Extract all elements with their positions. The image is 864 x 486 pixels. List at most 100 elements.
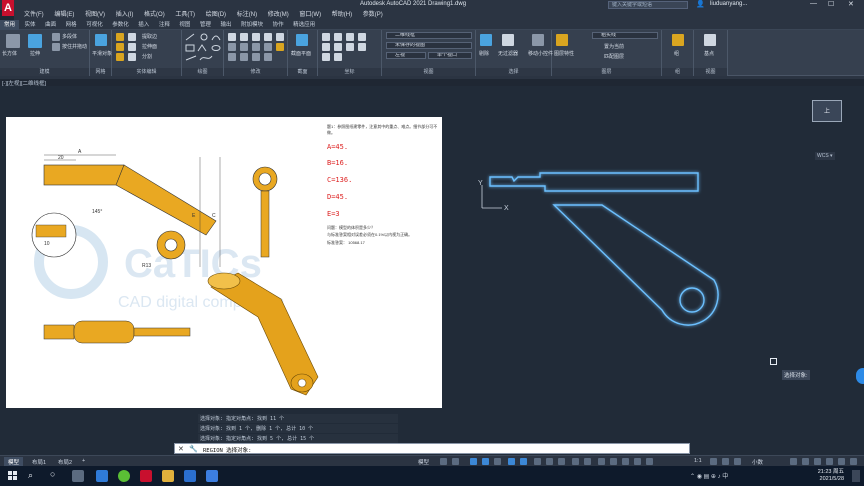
rotate-icon[interactable] xyxy=(240,33,248,41)
close-button[interactable]: ✕ xyxy=(848,0,854,8)
separate-button[interactable]: 分割 xyxy=(142,53,152,60)
ucs-face-icon[interactable] xyxy=(322,53,330,61)
dynamic-ucs-icon[interactable] xyxy=(584,458,591,465)
no-filter-button[interactable]: 无过滤器 xyxy=(498,50,518,57)
union-icon[interactable] xyxy=(116,33,124,41)
intersect-icon[interactable] xyxy=(116,53,124,61)
app-icon[interactable] xyxy=(206,470,218,482)
3d-osnap-icon[interactable] xyxy=(572,458,579,465)
explode-icon[interactable] xyxy=(240,53,248,61)
customization-icon[interactable] xyxy=(850,458,857,465)
ucs-world-icon[interactable] xyxy=(334,33,342,41)
trim-icon[interactable] xyxy=(252,33,260,41)
tab-collaborate[interactable]: 协作 xyxy=(269,20,288,30)
layer-dropdown[interactable]: 粗实线 xyxy=(592,32,658,39)
draw-tools-icon[interactable] xyxy=(184,32,222,64)
transparency-icon[interactable] xyxy=(546,458,553,465)
copy-icon[interactable] xyxy=(264,33,272,41)
maximize-button[interactable]: ☐ xyxy=(828,0,834,8)
lineweight-icon[interactable] xyxy=(534,458,541,465)
culling-button[interactable]: 剔除 xyxy=(479,50,489,57)
subtract-icon[interactable] xyxy=(116,43,124,51)
view-direction-dropdown[interactable]: 左视 xyxy=(386,52,426,59)
task-view-icon[interactable] xyxy=(72,470,84,482)
saved-view-dropdown[interactable]: 未保存的视图 xyxy=(386,42,472,49)
fillet-icon[interactable] xyxy=(228,43,236,51)
search-input[interactable]: 键入关键字或短语 xyxy=(608,1,688,9)
edge-icon[interactable] xyxy=(96,470,108,482)
ucs-object-icon[interactable] xyxy=(358,43,366,51)
move-gizmo-button[interactable]: 移动小控件 xyxy=(528,50,553,57)
tab-home[interactable]: 常用 xyxy=(0,20,20,30)
move-icon[interactable] xyxy=(228,33,236,41)
box-button[interactable]: 长方体 xyxy=(2,50,17,57)
annotation-visibility-icon[interactable] xyxy=(622,458,629,465)
ucs-z-icon[interactable] xyxy=(322,43,330,51)
polysolid-button[interactable]: 多段体 xyxy=(62,33,77,40)
erase-icon[interactable] xyxy=(276,43,284,51)
wrench-icon[interactable]: 🔧 xyxy=(189,445,198,453)
close-icon[interactable]: ✕ xyxy=(178,445,184,453)
viewport-config-dropdown[interactable]: 单个视口 xyxy=(428,52,472,59)
search-icon[interactable]: ⌕ xyxy=(28,470,33,481)
extract-edges-button[interactable]: 提取边 xyxy=(142,33,157,40)
array-icon[interactable] xyxy=(264,43,272,51)
menu-help[interactable]: 帮助(H) xyxy=(332,10,352,20)
lock-ui-icon[interactable] xyxy=(802,458,809,465)
tray-icons[interactable]: ⌃ ◉ ▤ ⊕ ♪ 中 xyxy=(690,471,728,480)
ucs-y-icon[interactable] xyxy=(358,33,366,41)
extrude-button[interactable]: 拉伸 xyxy=(30,50,40,57)
menu-edit[interactable]: 编辑(E) xyxy=(54,10,74,20)
auto-scale-icon[interactable] xyxy=(634,458,641,465)
reference-image[interactable]: CaTICs CAD digital competition 20 A E C … xyxy=(6,117,442,408)
annotation-scale-icon[interactable] xyxy=(646,458,653,465)
tab-visualize[interactable]: 可视化 xyxy=(82,20,107,30)
graphics-performance-icon[interactable] xyxy=(826,458,833,465)
menu-file[interactable]: 文件(F) xyxy=(24,10,44,20)
menu-view[interactable]: 视图(V) xyxy=(85,10,105,20)
browser-icon[interactable] xyxy=(118,470,130,482)
group-button[interactable]: 组 xyxy=(674,50,679,57)
file-explorer-icon[interactable] xyxy=(162,470,174,482)
mirror-icon[interactable] xyxy=(276,33,284,41)
ucs-icon[interactable] xyxy=(322,33,330,41)
ucs-3point-icon[interactable] xyxy=(334,53,342,61)
slice-icon[interactable] xyxy=(128,53,136,61)
set-current-layer-button[interactable]: 置为当前 xyxy=(604,43,624,50)
offset-icon[interactable] xyxy=(228,53,236,61)
tab-mesh[interactable]: 网格 xyxy=(62,20,81,30)
workspace-icon[interactable] xyxy=(710,458,717,465)
break-icon[interactable] xyxy=(264,53,272,61)
ucs-view-icon[interactable] xyxy=(346,43,354,51)
windows-start-icon[interactable] xyxy=(8,471,18,481)
add-layout-icon[interactable]: + xyxy=(78,457,89,465)
ucs-origin-icon[interactable] xyxy=(334,43,342,51)
polar-icon[interactable] xyxy=(482,458,489,465)
menu-tools[interactable]: 工具(T) xyxy=(175,10,195,20)
upper-region[interactable] xyxy=(489,172,699,192)
snap-icon[interactable] xyxy=(452,458,459,465)
menu-draw[interactable]: 绘图(D) xyxy=(206,10,226,20)
units-icon[interactable] xyxy=(734,458,741,465)
ucs-x-icon[interactable] xyxy=(346,33,354,41)
ortho-icon[interactable] xyxy=(470,458,477,465)
viewcube[interactable]: 上 xyxy=(812,100,842,122)
object-snap-icon[interactable] xyxy=(520,458,527,465)
region-outline[interactable]: Y X xyxy=(470,160,740,340)
tab-featured-apps[interactable]: 精选应用 xyxy=(289,20,319,30)
side-panel-button[interactable] xyxy=(856,368,864,384)
extrude-faces-button[interactable]: 拉伸面 xyxy=(142,43,157,50)
chamfer-icon[interactable] xyxy=(128,43,136,51)
tab-insert[interactable]: 插入 xyxy=(134,20,153,30)
command-input[interactable]: REGION 选择对象: xyxy=(203,446,252,454)
minimize-button[interactable]: — xyxy=(810,0,817,7)
gizmo-icon[interactable] xyxy=(610,458,617,465)
lower-region-hole[interactable] xyxy=(679,287,705,313)
wcs-menu[interactable]: WCS ▾ xyxy=(815,152,835,160)
menu-parameters[interactable]: 参数(P) xyxy=(363,10,383,20)
grid-icon[interactable] xyxy=(440,458,447,465)
app-menu-button[interactable]: A xyxy=(2,0,14,16)
join-icon[interactable] xyxy=(252,53,260,61)
command-line[interactable]: ✕ 🔧 REGION 选择对象: xyxy=(174,443,690,454)
tab-addins[interactable]: 附加模块 xyxy=(237,20,267,30)
